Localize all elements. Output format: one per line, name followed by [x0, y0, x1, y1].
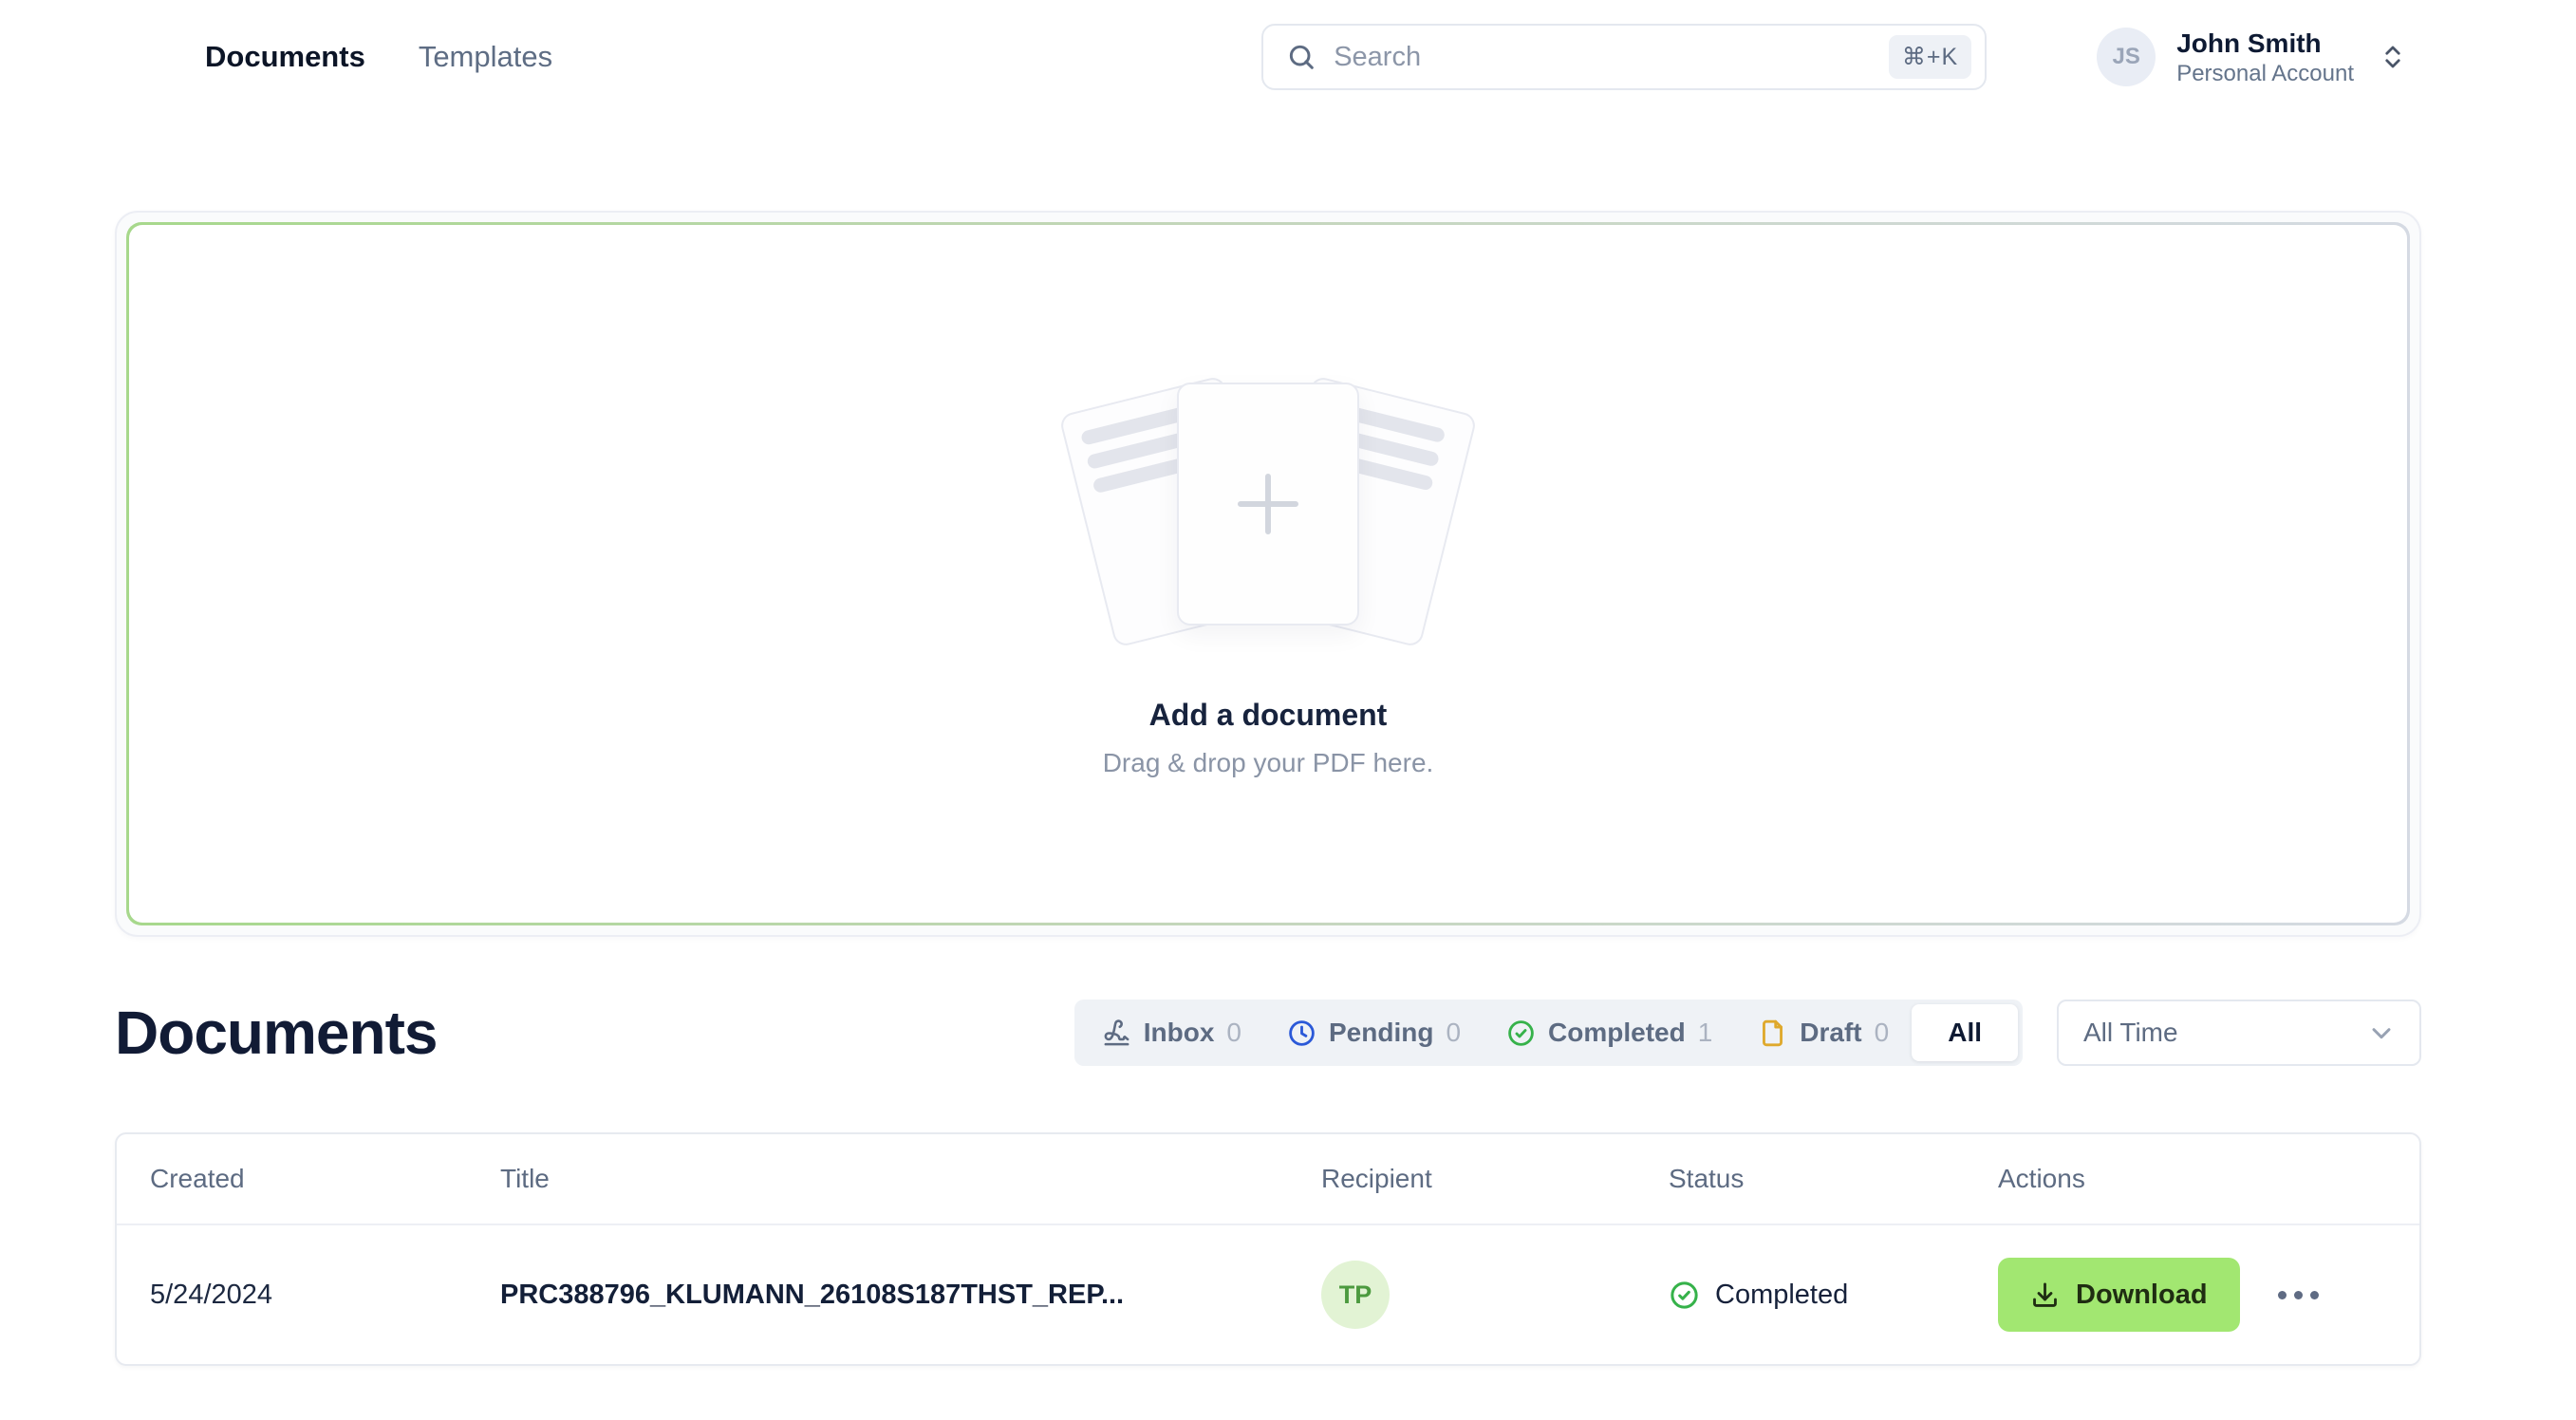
check-circle-icon — [1508, 1019, 1534, 1046]
table-header-row: Created Title Recipient Status Actions — [117, 1134, 2419, 1225]
tab-label: Completed — [1548, 1018, 1686, 1047]
column-header-recipient: Recipient — [1321, 1164, 1432, 1193]
tab-label: All — [1948, 1018, 1982, 1047]
tab-count: 0 — [1446, 1018, 1462, 1047]
clock-icon — [1289, 1019, 1315, 1046]
cell-recipient: TP — [1321, 1261, 1669, 1329]
tab-label: Pending — [1329, 1018, 1434, 1047]
recipient-avatar: TP — [1321, 1261, 1390, 1329]
search-icon — [1290, 45, 1315, 69]
period-filter-value: All Time — [2083, 1018, 2178, 1047]
upload-dropzone-card: Add a document Drag & drop your PDF here… — [115, 211, 2421, 937]
upload-dropzone[interactable]: Add a document Drag & drop your PDF here… — [126, 222, 2410, 925]
top-bar: Documents Templates ⌘+K JS John Smith Pe… — [0, 0, 2576, 114]
add-document-card — [1177, 383, 1359, 626]
cell-actions: Download — [1998, 1258, 2386, 1332]
account-type: Personal Account — [2176, 60, 2354, 86]
account-names: John Smith Personal Account — [2176, 27, 2354, 88]
tab-pending[interactable]: Pending 0 — [1264, 1004, 1484, 1061]
dropzone-subtitle: Drag & drop your PDF here. — [1102, 748, 1434, 777]
account-name: John Smith — [2176, 28, 2322, 58]
document-stack-icon — [1058, 369, 1478, 654]
nav-templates[interactable]: Templates — [419, 40, 552, 74]
plus-icon — [1238, 474, 1298, 534]
column-header-created: Created — [150, 1164, 245, 1193]
tab-draft[interactable]: Draft 0 — [1735, 1004, 1912, 1061]
tab-count: 1 — [1697, 1018, 1713, 1047]
tab-label: Draft — [1800, 1018, 1862, 1047]
search-shortcut-badge: ⌘+K — [1888, 35, 1972, 79]
download-button[interactable]: Download — [1998, 1258, 2240, 1332]
signature-icon — [1104, 1018, 1129, 1045]
column-header-title: Title — [500, 1164, 550, 1193]
cell-status: Completed — [1669, 1280, 1998, 1311]
nav-documents[interactable]: Documents — [205, 40, 365, 74]
file-icon — [1763, 1019, 1783, 1046]
download-icon — [2033, 1281, 2057, 1307]
documents-section-header: Documents Inbox 0 Pending 0 Completed 1 … — [115, 998, 2421, 1068]
cell-title[interactable]: PRC388796_KLUMANN_26108S187THST_REP... — [500, 1280, 1321, 1311]
cell-created: 5/24/2024 — [150, 1279, 273, 1310]
dropzone-title: Add a document — [1148, 698, 1388, 732]
download-button-label: Download — [2076, 1279, 2208, 1310]
period-filter-select[interactable]: All Time — [2057, 1000, 2421, 1066]
user-avatar: JS — [2097, 28, 2156, 86]
column-header-status: Status — [1669, 1164, 1745, 1193]
tab-all[interactable]: All — [1912, 1004, 2018, 1061]
account-menu[interactable]: JS John Smith Personal Account — [2097, 27, 2407, 88]
main-nav: Documents Templates — [205, 40, 552, 74]
search-box[interactable]: ⌘+K — [1261, 24, 1988, 90]
column-header-actions: Actions — [1998, 1164, 2085, 1193]
search-input[interactable] — [1334, 41, 1889, 73]
page-title: Documents — [115, 999, 438, 1067]
chevron-down-icon — [2372, 1028, 2391, 1039]
tab-label: Inbox — [1143, 1018, 1215, 1047]
row-more-menu[interactable] — [2268, 1281, 2328, 1309]
chevrons-up-down-icon — [2385, 46, 2400, 68]
documents-table: Created Title Recipient Status Actions 5… — [115, 1132, 2421, 1366]
tab-completed[interactable]: Completed 1 — [1484, 1004, 1735, 1061]
status-label: Completed — [1715, 1279, 1849, 1310]
tab-count: 0 — [1874, 1018, 1890, 1047]
table-row[interactable]: 5/24/2024 PRC388796_KLUMANN_26108S187THS… — [117, 1225, 2419, 1364]
main-content: Add a document Drag & drop your PDF here… — [115, 211, 2421, 1366]
tab-inbox[interactable]: Inbox 0 — [1079, 1004, 1264, 1061]
check-circle-icon — [1671, 1280, 1698, 1309]
tab-count: 0 — [1226, 1018, 1241, 1047]
status-filter-tabs: Inbox 0 Pending 0 Completed 1 Draft 0 Al… — [1073, 1000, 2023, 1066]
